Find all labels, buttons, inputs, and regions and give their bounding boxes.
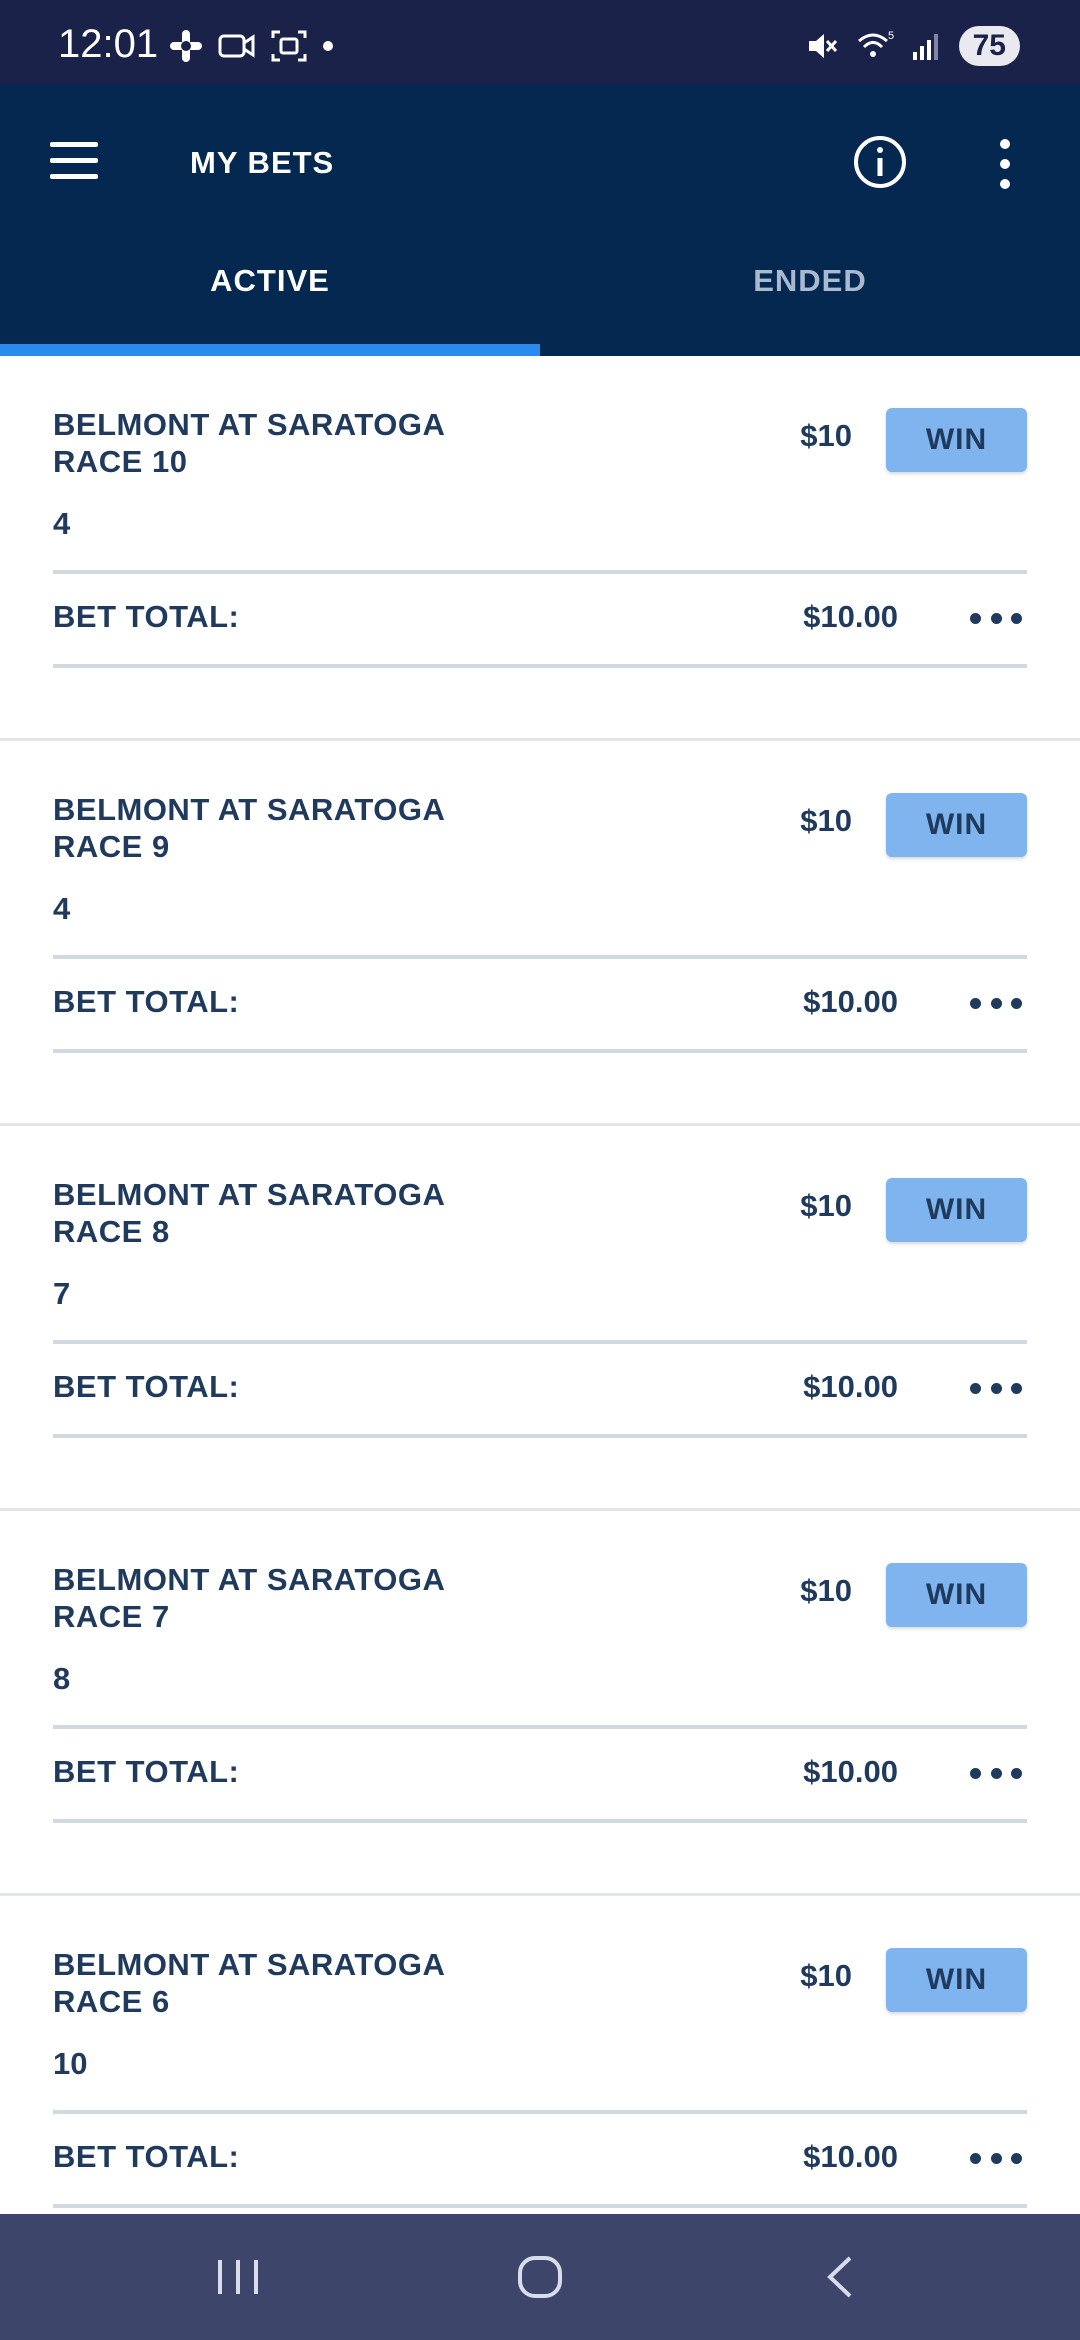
runner-number: 4 xyxy=(53,891,71,926)
tab-active[interactable]: ACTIVE xyxy=(0,252,540,356)
notification-icons xyxy=(168,26,334,66)
bet-amount: $10 xyxy=(800,418,852,453)
app-bar: MY BETS ACTIVE ENDED xyxy=(0,84,1080,356)
track-name: BELMONT AT SARATOGA xyxy=(53,792,446,827)
mute-icon xyxy=(808,34,837,58)
divider xyxy=(53,1819,1027,1823)
bet-card: BELMONT AT SARATOGA RACE 7 8 $10 WIN BET… xyxy=(0,1511,1080,1896)
status-time: 12:01 xyxy=(58,22,159,66)
bet-card: BELMONT AT SARATOGA RACE 10 4 $10 WIN BE… xyxy=(0,356,1080,741)
more-horizontal-icon[interactable] xyxy=(970,985,1022,1021)
track-name: BELMONT AT SARATOGA xyxy=(53,1562,446,1597)
bet-type-button[interactable]: WIN xyxy=(886,793,1027,857)
menu-icon[interactable] xyxy=(50,142,100,182)
track-name: BELMONT AT SARATOGA xyxy=(53,1177,446,1212)
bet-total-value: $10.00 xyxy=(803,984,898,1019)
more-horizontal-icon[interactable] xyxy=(970,600,1022,636)
wifi-icon: 5 xyxy=(857,30,894,57)
back-icon[interactable] xyxy=(820,2250,860,2304)
more-horizontal-icon[interactable] xyxy=(970,1755,1022,1791)
race-number: RACE 6 xyxy=(53,1984,170,2019)
status-bar: 12:01 5 75 xyxy=(0,0,1080,84)
divider xyxy=(53,2110,1027,2114)
race-name: BELMONT AT SARATOGA RACE 9 xyxy=(53,791,573,865)
more-horizontal-icon[interactable] xyxy=(970,2140,1022,2176)
page-title: MY BETS xyxy=(190,145,335,180)
bet-total-label: BET TOTAL: xyxy=(53,1754,240,1789)
race-number: RACE 8 xyxy=(53,1214,170,1249)
signal-icon xyxy=(912,34,938,60)
runner-number: 4 xyxy=(53,506,71,541)
race-number: RACE 10 xyxy=(53,444,188,479)
recent-apps-icon[interactable] xyxy=(214,2252,262,2302)
system-icons: 5 75 xyxy=(805,26,1020,66)
bet-amount: $10 xyxy=(800,1573,852,1608)
divider xyxy=(53,955,1027,959)
bet-total-value: $10.00 xyxy=(803,1754,898,1789)
bet-type-button[interactable]: WIN xyxy=(886,408,1027,472)
track-name: BELMONT AT SARATOGA xyxy=(53,1947,446,1982)
bet-amount: $10 xyxy=(800,803,852,838)
bet-type-button[interactable]: WIN xyxy=(886,1563,1027,1627)
divider xyxy=(53,1725,1027,1729)
runner-number: 8 xyxy=(53,1661,71,1696)
system-nav-bar xyxy=(0,2214,1080,2340)
divider xyxy=(53,1434,1027,1438)
runner-number: 7 xyxy=(53,1276,71,1311)
bet-list[interactable]: BELMONT AT SARATOGA RACE 10 4 $10 WIN BE… xyxy=(0,356,1080,2214)
track-name: BELMONT AT SARATOGA xyxy=(53,407,446,442)
more-vertical-icon[interactable] xyxy=(990,136,1020,192)
race-name: BELMONT AT SARATOGA RACE 8 xyxy=(53,1176,573,1250)
bet-card: BELMONT AT SARATOGA RACE 8 7 $10 WIN BET… xyxy=(0,1126,1080,1511)
svg-text:5: 5 xyxy=(888,30,894,42)
info-icon[interactable] xyxy=(852,134,908,190)
dot-icon xyxy=(323,41,333,51)
tab-bar: ACTIVE ENDED xyxy=(0,252,1080,356)
bet-total-label: BET TOTAL: xyxy=(53,2139,240,2174)
video-camera-icon xyxy=(218,34,255,58)
race-name: BELMONT AT SARATOGA RACE 6 xyxy=(53,1946,573,2020)
divider xyxy=(53,570,1027,574)
runner-number: 10 xyxy=(53,2046,88,2081)
home-icon[interactable] xyxy=(516,2250,564,2304)
race-number: RACE 9 xyxy=(53,829,170,864)
bet-card: BELMONT AT SARATOGA RACE 6 10 $10 WIN BE… xyxy=(0,1896,1080,2214)
more-horizontal-icon[interactable] xyxy=(970,1370,1022,1406)
race-name: BELMONT AT SARATOGA RACE 7 xyxy=(53,1561,573,1635)
slack-icon xyxy=(170,30,202,62)
bet-amount: $10 xyxy=(800,1958,852,1993)
bet-amount: $10 xyxy=(800,1188,852,1223)
divider xyxy=(53,2204,1027,2208)
screenshot-icon xyxy=(271,30,307,62)
bet-total-label: BET TOTAL: xyxy=(53,1369,240,1404)
race-number: RACE 7 xyxy=(53,1599,170,1634)
bet-type-button[interactable]: WIN xyxy=(886,1948,1027,2012)
bet-total-label: BET TOTAL: xyxy=(53,599,240,634)
divider xyxy=(53,1340,1027,1344)
bet-total-value: $10.00 xyxy=(803,1369,898,1404)
tab-indicator xyxy=(0,344,540,356)
bet-total-label: BET TOTAL: xyxy=(53,984,240,1019)
divider xyxy=(53,1049,1027,1053)
bet-total-value: $10.00 xyxy=(803,599,898,634)
tab-ended[interactable]: ENDED xyxy=(540,252,1080,356)
bet-card: BELMONT AT SARATOGA RACE 9 4 $10 WIN BET… xyxy=(0,741,1080,1126)
divider xyxy=(53,664,1027,668)
bet-total-value: $10.00 xyxy=(803,2139,898,2174)
race-name: BELMONT AT SARATOGA RACE 10 xyxy=(53,406,573,480)
bet-type-button[interactable]: WIN xyxy=(886,1178,1027,1242)
battery-level: 75 xyxy=(958,26,1020,66)
